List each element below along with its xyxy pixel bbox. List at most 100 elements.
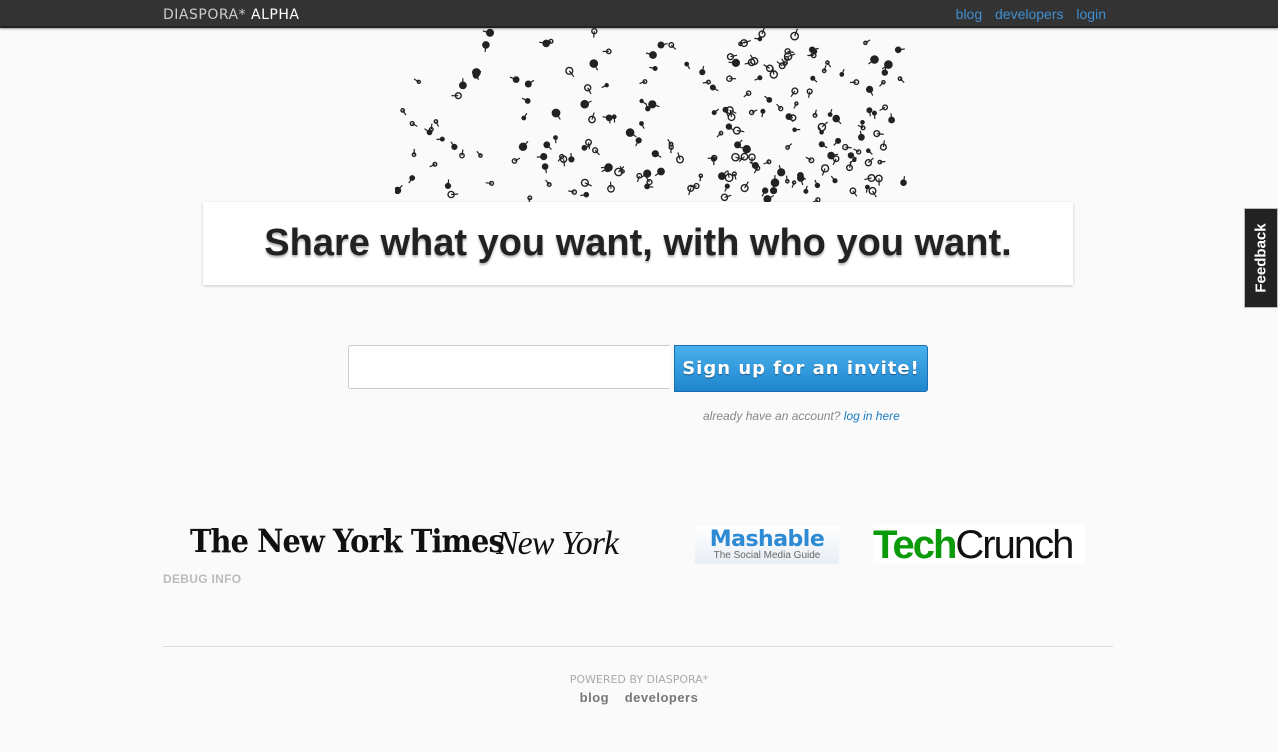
email-field[interactable] (348, 345, 670, 389)
seed-glyph (868, 186, 877, 198)
nav-blog-link[interactable]: blog (956, 6, 982, 22)
seed-glyph (743, 90, 752, 98)
seed-glyph (601, 83, 609, 89)
seed-glyph (857, 130, 865, 141)
seed-glyph (777, 164, 786, 177)
seed-glyph (565, 66, 575, 78)
seed-glyph (541, 163, 549, 174)
seed-glyph (602, 48, 612, 55)
seed-glyph (866, 107, 873, 117)
seed-glyph (726, 53, 738, 61)
seed-glyph (436, 136, 445, 142)
seed-glyph (447, 190, 459, 199)
seed-glyph (803, 185, 809, 194)
seed-glyph (805, 156, 815, 164)
seed-glyph (583, 84, 592, 95)
seed-glyph (645, 176, 653, 186)
seed-glyph (842, 143, 852, 151)
seed-glyph (521, 97, 531, 104)
nyt-logo: The New York Times (190, 522, 505, 560)
seed-glyph (711, 108, 720, 116)
seed-glyph (601, 165, 612, 173)
seed-glyph (451, 92, 462, 100)
powered-by: POWERED BY DIASPORA* (569, 673, 709, 686)
seed-glyph (459, 149, 465, 159)
seed-glyph (580, 99, 592, 109)
login-here-link[interactable]: log in here (844, 409, 900, 423)
seed-glyph (863, 39, 871, 46)
seed-glyph (833, 137, 842, 146)
seed-glyph (568, 189, 578, 195)
feedback-tab[interactable]: Feedback (1244, 208, 1278, 308)
seed-glyph (879, 140, 888, 151)
seed-glyph (485, 180, 495, 186)
seed-glyph (825, 60, 832, 68)
seed-glyph (738, 152, 749, 163)
brand-logo[interactable]: DIASPORA* ALPHA (163, 7, 299, 23)
seed-glyph (881, 60, 893, 70)
seed-glyph (413, 78, 421, 84)
nav-developers-link[interactable]: developers (995, 6, 1064, 22)
seed-glyph (589, 59, 599, 71)
seed-glyph (553, 135, 558, 144)
seed-glyph (651, 150, 662, 158)
seed-glyph (411, 148, 417, 158)
seed-glyph (797, 174, 805, 186)
seed-glyph (877, 159, 886, 165)
seed-glyph (763, 64, 774, 73)
seed-glyph (776, 103, 784, 112)
signup-button[interactable]: Sign up for an invite! (674, 345, 928, 392)
seed-glyph (640, 169, 652, 179)
seed-glyph (580, 178, 592, 187)
seed-glyph (450, 141, 458, 151)
seed-glyph (509, 76, 520, 83)
seed-glyph (758, 28, 766, 38)
debug-info-link[interactable]: DEBUG INFO (163, 572, 241, 586)
seed-glyph (873, 129, 884, 138)
seed-glyph (812, 109, 818, 118)
seed-glyph (732, 126, 745, 135)
seed-glyph (900, 176, 907, 186)
seed-glyph (849, 187, 858, 197)
seed-glyph (728, 58, 741, 68)
seed-glyph (639, 79, 648, 85)
seed-glyph (648, 100, 660, 109)
techcrunch-crunch: Crunch (955, 523, 1074, 567)
footer-developers-link[interactable]: developers (625, 690, 699, 705)
seed-glyph (433, 119, 440, 127)
seed-glyph (894, 46, 905, 54)
brand-name: DIASPORA* (163, 7, 247, 23)
seed-glyph (879, 80, 886, 87)
seed-glyph (521, 112, 528, 121)
seed-glyph (820, 164, 830, 176)
seed-glyph (888, 113, 895, 124)
seed-glyph (592, 147, 600, 156)
hero-illustration (395, 28, 907, 203)
seed-glyph (408, 175, 416, 184)
seed-glyph (645, 51, 657, 59)
mashable-tagline: The Social Media Guide (713, 550, 821, 561)
seed-glyph (551, 108, 561, 120)
seed-glyph (639, 98, 647, 105)
seed-glyph (649, 66, 658, 72)
nav-login-link[interactable]: login (1076, 6, 1106, 22)
seed-glyph (657, 41, 668, 49)
seed-glyph (726, 75, 736, 83)
seed-glyph (879, 104, 889, 112)
seed-glyph (897, 76, 905, 84)
seed-glyph (625, 128, 637, 138)
seed-glyph (588, 112, 596, 124)
seed-glyph (749, 161, 759, 169)
seed-glyph (720, 193, 732, 202)
seed-glyph (654, 167, 665, 177)
seed-glyph (636, 172, 643, 183)
seed-glyph (429, 161, 438, 168)
seed-glyph (400, 108, 407, 116)
seed-glyph (761, 187, 769, 197)
seed-glyph (511, 157, 521, 164)
footer-blog-link[interactable]: blog (580, 690, 609, 705)
seed-glyph (810, 75, 818, 83)
seed-glyph (409, 120, 418, 127)
seed-glyph (734, 139, 743, 149)
seed-glyph (524, 79, 535, 88)
